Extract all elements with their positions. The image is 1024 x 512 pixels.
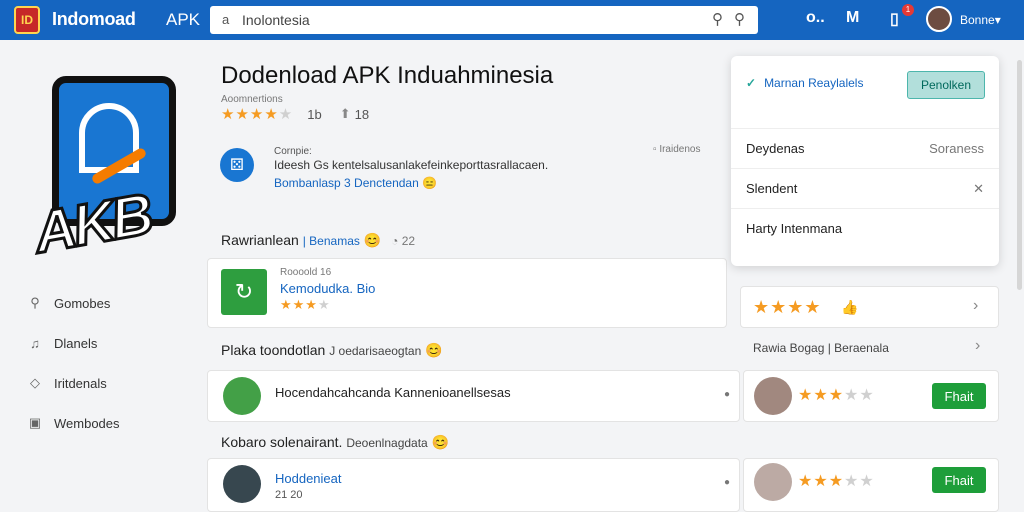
- refresh-app-icon: ↻: [221, 269, 267, 315]
- section-link[interactable]: Deoenlnagdata: [346, 436, 427, 450]
- recommended-app-card[interactable]: ↻ Roooold 16 Kemodudka. Bio ★★★★: [207, 258, 727, 328]
- brand-name[interactable]: Indomoad: [52, 9, 136, 30]
- close-icon: ✕: [973, 181, 984, 196]
- section-title-kobaro: Kobaro solenairant. Deoenlnagdata 😊: [221, 434, 450, 450]
- check-icon: ✓: [746, 76, 757, 90]
- get-button[interactable]: Fhait: [932, 383, 986, 409]
- kobaro-rating-card: ★★★★★ Fhait: [743, 458, 999, 512]
- app-logo: AKB: [28, 62, 188, 272]
- user-avatar[interactable]: [926, 6, 952, 32]
- dropdown-menu: ✓ Marnan Reaylalels Penolken Deydenas Sor…: [731, 56, 999, 266]
- info-meta: ▫ Iraidenos: [653, 144, 701, 155]
- app-name-link[interactable]: Hoddenieat: [275, 471, 342, 486]
- app-stars: ★★★★: [280, 297, 331, 312]
- dropdown-item[interactable]: Slendent ✕: [731, 168, 999, 208]
- sidebar-item-label: Gomobes: [54, 295, 111, 311]
- rating-row: ★★★★★ 1b ⬆ 18: [221, 105, 369, 123]
- rating-stars: ★★★★★: [798, 473, 875, 490]
- chevron-right-icon[interactable]: ›: [975, 337, 980, 355]
- brand-sub: APK: [166, 10, 201, 29]
- sidebar-item-channels[interactable]: ♫ Dlanels: [26, 332, 186, 354]
- sidebar-item-label: Dlanels: [54, 335, 98, 351]
- sidebar-item-label: Iritdenals: [54, 375, 107, 391]
- top-bar: ID Indomoad APK a ⚲ ⚲ o.. M ▯ 1 Bonne▾: [0, 0, 1024, 40]
- thumbs-up-icon[interactable]: 👍: [841, 299, 858, 316]
- emoji-icon: 😊: [431, 434, 450, 450]
- emoji-icon: 😊: [363, 232, 382, 248]
- chevron-right-icon[interactable]: ›: [973, 297, 978, 315]
- popular-rating-card: ★★★★★ Fhait: [743, 370, 999, 422]
- app-avatar: [223, 377, 261, 415]
- section-title-popular: Plaka toondotlan J oedarisaeogtan 😊: [221, 342, 443, 358]
- app-subtitle: 21 20: [275, 489, 303, 501]
- emoji-icon: 😑: [422, 176, 438, 190]
- page-title: Dodenload APK Induahminesia: [221, 62, 554, 89]
- info-link-row: Bombanlasp 3 Denctendan 😑: [274, 176, 437, 190]
- info-text: Ideesh Gs kentelsalusanlakefeinkeporttas…: [274, 158, 549, 172]
- app-avatar: [223, 465, 261, 503]
- apps-icon[interactable]: o..: [806, 9, 825, 27]
- logo-text: AKB: [28, 180, 157, 267]
- search-icon[interactable]: ⚲: [734, 10, 745, 28]
- dropdown-item[interactable]: Harty Intenmana: [731, 208, 999, 248]
- app-subtitle: Roooold 16: [280, 267, 332, 278]
- sidebar-item-tutorials[interactable]: ◇ Iritdenals: [26, 372, 186, 394]
- dot-icon: ●: [724, 477, 731, 488]
- search-bar[interactable]: a ⚲ ⚲: [210, 6, 758, 34]
- recommend-button[interactable]: Penolken: [907, 71, 985, 99]
- search-input[interactable]: [242, 10, 702, 30]
- developer-name[interactable]: Aoomnertions: [221, 94, 283, 105]
- info-label: Cornpie:: [274, 146, 312, 157]
- tag-icon: ◇: [30, 375, 40, 390]
- rating-stars: ★★★★★: [221, 106, 294, 123]
- app-name-link[interactable]: Kemodudka. Bio: [280, 281, 375, 296]
- section-link[interactable]: J oedarisaeogtan: [329, 344, 421, 358]
- kobaro-app-row[interactable]: Hoddenieat 21 20 ●: [207, 458, 740, 512]
- app-info-icon: ⚄: [220, 148, 254, 182]
- popular-app-row[interactable]: Hocendahcahcanda Kannenioanellsesas ●: [207, 370, 740, 422]
- info-card: ⚄ Cornpie: Ideesh Gs kentelsalusanlakefe…: [207, 130, 727, 208]
- scrollbar[interactable]: [1017, 60, 1022, 290]
- download-count: 18: [354, 106, 370, 122]
- emoji-icon: 😊: [425, 342, 443, 358]
- search-icon[interactable]: ⚲: [712, 10, 723, 28]
- search-icon: ⚲: [30, 295, 40, 310]
- side-link[interactable]: Rawia Bogag | Beraenala: [753, 341, 889, 355]
- app-name[interactable]: Hocendahcahcanda Kannenioanellsesas: [275, 385, 511, 400]
- notification-badge: 1: [902, 4, 914, 16]
- search-prefix: a: [222, 12, 230, 27]
- rating-stars: ★★★★★: [798, 387, 875, 404]
- box-icon: ▣: [28, 415, 42, 430]
- comment-count: ◔ 22: [391, 234, 416, 248]
- music-icon: ♫: [30, 335, 40, 351]
- download-icon: ⬆: [339, 106, 351, 121]
- user-avatar: [754, 463, 792, 501]
- dropdown-header[interactable]: ✓ Marnan Reaylalels: [746, 76, 863, 90]
- rating-card[interactable]: ★★★★ 👍 ›: [740, 286, 999, 328]
- rating-count: 1b: [307, 106, 322, 122]
- section-link[interactable]: | Benamas: [303, 234, 360, 248]
- info-link[interactable]: Bombanlasp 3 Denctendan: [274, 176, 419, 190]
- get-button[interactable]: Fhait: [932, 467, 986, 493]
- menu-icon[interactable]: M: [846, 9, 859, 27]
- sidebar-item-games[interactable]: ⚲ Gomobes: [26, 292, 186, 314]
- rating-stars: ★★★★: [753, 297, 822, 317]
- brand-logo-icon[interactable]: ID: [14, 6, 40, 34]
- user-menu[interactable]: Bonne▾: [960, 13, 1001, 27]
- sidebar-item-members[interactable]: ▣ Wembodes: [26, 412, 186, 434]
- dropdown-item[interactable]: Deydenas Soraness: [731, 128, 999, 168]
- user-avatar: [754, 377, 792, 415]
- sidebar-item-label: Wembodes: [54, 415, 120, 431]
- bell-icon[interactable]: ▯: [890, 9, 899, 29]
- section-title-recommend: Rawrianlean | Benamas 😊 ◔ 22: [221, 232, 416, 248]
- dot-icon: ●: [724, 389, 731, 400]
